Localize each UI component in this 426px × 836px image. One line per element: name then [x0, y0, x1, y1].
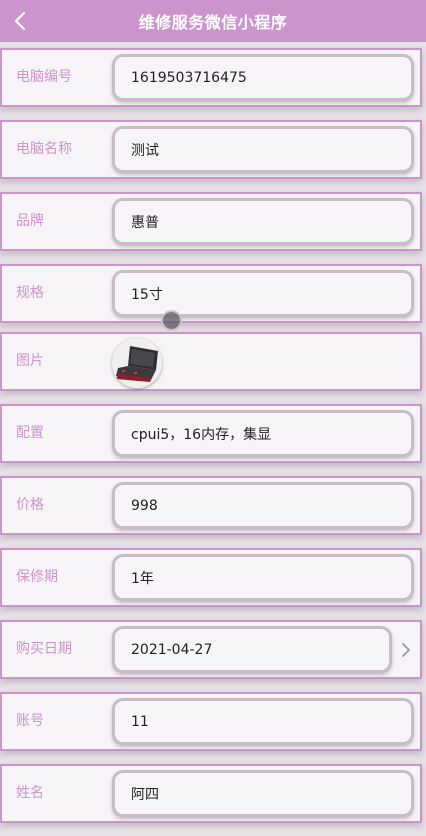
computer-name-field[interactable]: 测试	[112, 126, 414, 173]
field-label: 账号	[16, 713, 44, 729]
field-label: 电脑名称	[16, 141, 72, 157]
field-label: 电脑编号	[16, 69, 72, 85]
purchase-date-picker[interactable]: 2021-04-27	[112, 626, 392, 673]
back-button[interactable]	[9, 8, 31, 34]
warranty-field[interactable]: 1年	[112, 554, 414, 601]
field-label: 配置	[16, 425, 44, 441]
chevron-right-icon[interactable]	[399, 641, 413, 659]
field-label: 购买日期	[16, 641, 72, 657]
field-label: 保修期	[16, 569, 58, 585]
form-row-computer-name: 电脑名称 测试	[0, 120, 422, 179]
chevron-left-icon	[14, 11, 26, 31]
form-row-image: 图片	[0, 332, 422, 391]
touch-indicator	[161, 310, 182, 331]
form-row-name: 姓名 阿四	[0, 764, 422, 823]
form-row-spec: 规格 15寸	[0, 264, 422, 323]
computer-image-thumbnail[interactable]	[112, 338, 162, 388]
computer-id-field[interactable]: 1619503716475	[112, 54, 414, 101]
spec-field[interactable]: 15寸	[112, 270, 414, 317]
config-field[interactable]: cpui5，16内存，集显	[112, 410, 414, 457]
form-row-account: 账号 11	[0, 692, 422, 751]
field-label: 图片	[16, 353, 44, 369]
account-field[interactable]: 11	[112, 698, 414, 745]
form-row-config: 配置 cpui5，16内存，集显	[0, 404, 422, 463]
form-row-computer-id: 电脑编号 1619503716475	[0, 48, 422, 107]
form-row-brand: 品牌 惠普	[0, 192, 422, 251]
form-row-warranty: 保修期 1年	[0, 548, 422, 607]
page-title: 维修服务微信小程序	[138, 13, 288, 32]
name-field[interactable]: 阿四	[112, 770, 414, 817]
brand-field[interactable]: 惠普	[112, 198, 414, 245]
form-row-price: 价格 998	[0, 476, 422, 535]
field-label: 姓名	[16, 785, 44, 801]
field-label: 规格	[16, 285, 44, 301]
field-label: 品牌	[16, 213, 44, 229]
form-row-purchase-date: 购买日期 2021-04-27	[0, 620, 422, 679]
laptop-photo	[112, 338, 162, 388]
field-label: 价格	[16, 497, 44, 513]
navigation-bar: 维修服务微信小程序	[0, 0, 426, 42]
price-field[interactable]: 998	[112, 482, 414, 529]
